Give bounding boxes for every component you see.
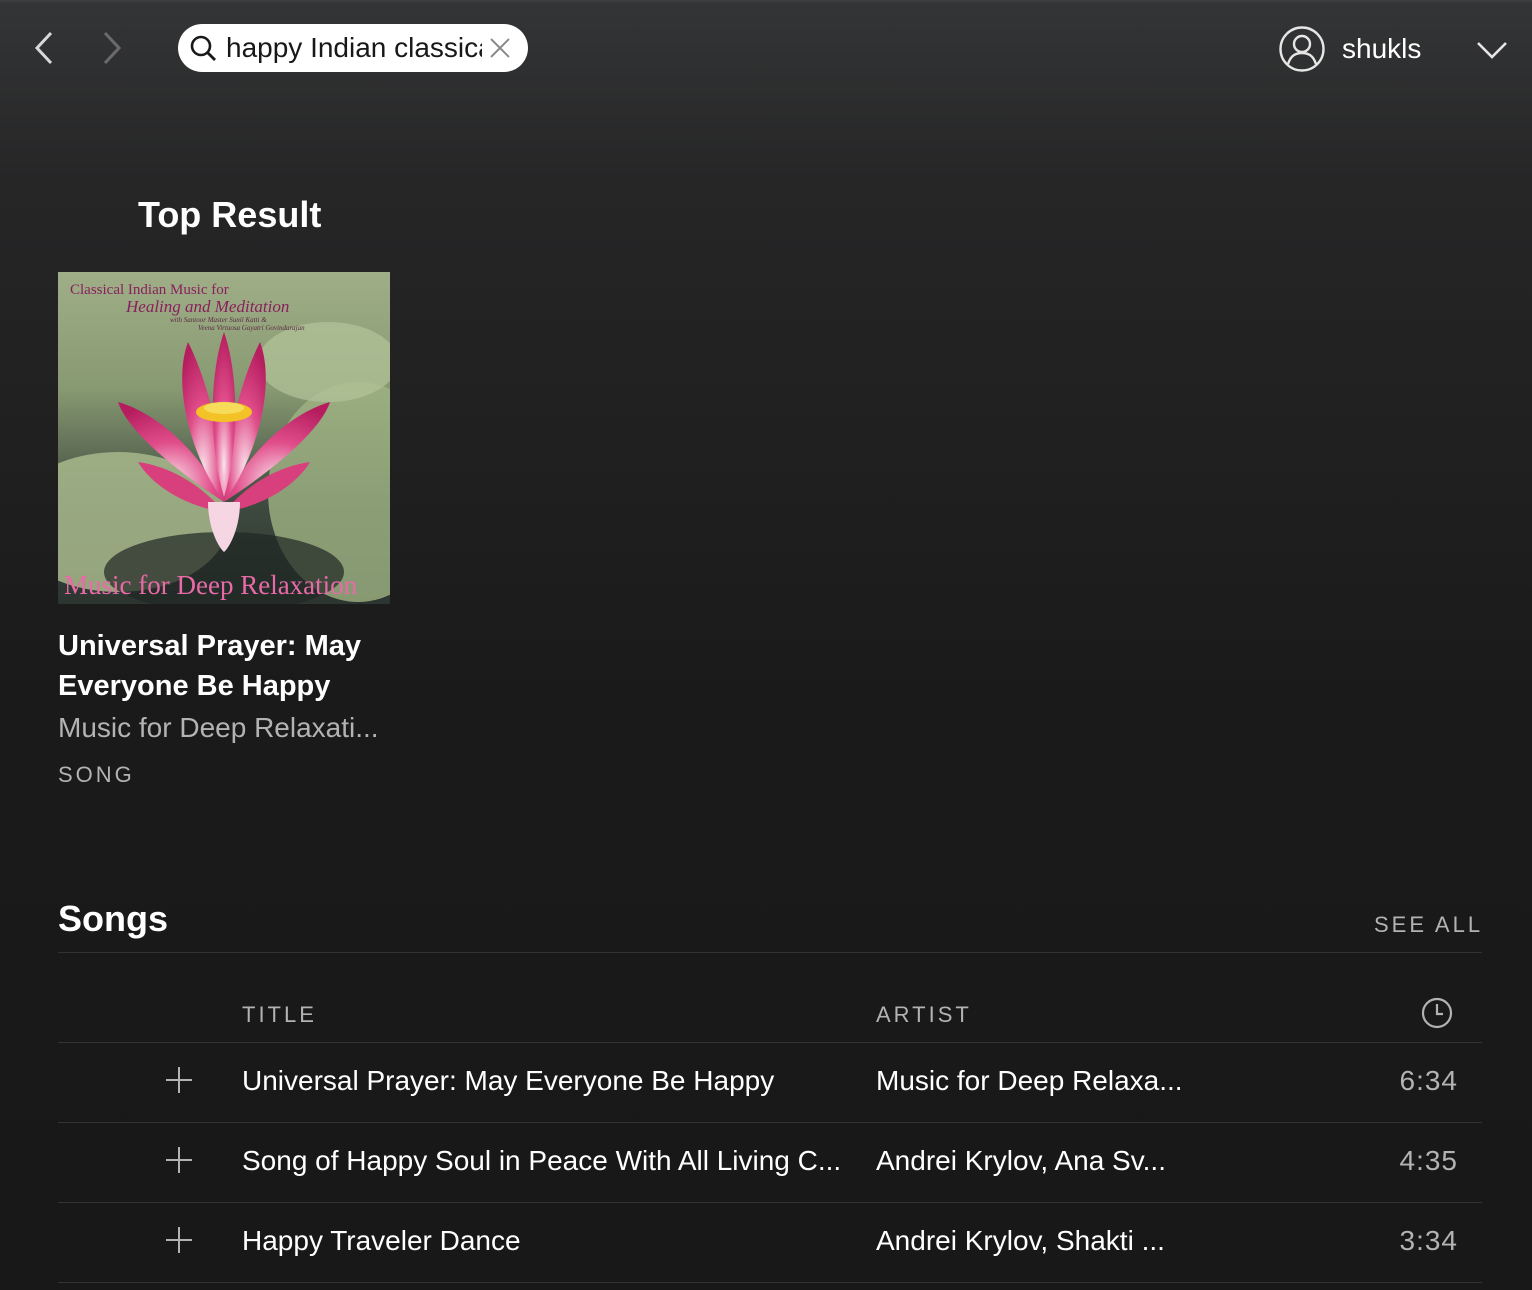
cover-text-line4: Veena Virtuosa Gayatri Govindarajan xyxy=(198,324,305,332)
forward-button[interactable] xyxy=(94,30,130,66)
window-top-edge xyxy=(0,0,1532,2)
user-dropdown-button[interactable] xyxy=(1472,30,1512,70)
user-name: shukls xyxy=(1342,33,1422,64)
cover-text-line1: Classical Indian Music for xyxy=(70,282,229,298)
song-title[interactable]: Universal Prayer: May Everyone Be Happy xyxy=(242,1065,774,1097)
user-avatar-icon xyxy=(1279,26,1325,72)
top-result-artist[interactable]: Music for Deep Relaxati... xyxy=(58,712,379,744)
cover-text-line2: Healing and Meditation xyxy=(125,297,289,316)
song-title[interactable]: Song of Happy Soul in Peace With All Liv… xyxy=(242,1145,841,1177)
column-header-artist[interactable]: ARTIST xyxy=(876,1002,972,1028)
search-icon xyxy=(188,33,218,63)
search-input[interactable] xyxy=(226,32,482,64)
song-artist[interactable]: Andrei Krylov, Shakti ... xyxy=(876,1225,1165,1257)
songs-heading: Songs xyxy=(58,898,169,939)
table-row[interactable]: Song of Happy Soul in Peace With All Liv… xyxy=(58,1123,1482,1203)
chevron-left-icon xyxy=(34,31,53,65)
row-divider xyxy=(58,1282,1482,1283)
plus-icon xyxy=(166,1227,192,1253)
plus-icon xyxy=(166,1147,192,1173)
back-button[interactable] xyxy=(26,30,62,66)
add-song-button[interactable] xyxy=(162,1223,196,1257)
song-duration: 6:34 xyxy=(1399,1065,1458,1096)
table-row[interactable]: Happy Traveler Dance Andrei Krylov, Shak… xyxy=(58,1203,1482,1283)
top-result-type: SONG xyxy=(58,762,135,787)
album-cover[interactable]: Classical Indian Music for Healing and M… xyxy=(58,272,390,604)
see-all-link[interactable]: SEE ALL xyxy=(1374,912,1483,938)
table-row[interactable]: Universal Prayer: May Everyone Be Happy … xyxy=(58,1043,1482,1123)
song-title[interactable]: Happy Traveler Dance xyxy=(242,1225,521,1257)
clear-search-icon[interactable] xyxy=(486,34,514,62)
cover-text-line3: with Santoor Master Sunil Katti & xyxy=(170,316,267,324)
search-box[interactable] xyxy=(178,24,528,72)
clock-icon[interactable] xyxy=(1420,996,1454,1030)
chevron-right-icon xyxy=(103,31,122,65)
add-song-button[interactable] xyxy=(162,1143,196,1177)
song-duration: 4:35 xyxy=(1399,1145,1458,1176)
plus-icon xyxy=(166,1067,192,1093)
column-header-title[interactable]: TITLE xyxy=(242,1002,317,1028)
song-artist[interactable]: Andrei Krylov, Ana Sv... xyxy=(876,1145,1166,1177)
song-artist[interactable]: Music for Deep Relaxa... xyxy=(876,1065,1183,1097)
song-duration: 3:34 xyxy=(1399,1225,1458,1256)
top-result-heading: Top Result xyxy=(138,194,322,235)
top-result-title[interactable]: Universal Prayer: May Everyone Be Happy xyxy=(58,626,398,706)
user-menu[interactable]: shukls xyxy=(1278,24,1421,74)
add-song-button[interactable] xyxy=(162,1063,196,1097)
songs-divider xyxy=(58,952,1482,953)
chevron-down-icon xyxy=(1477,42,1507,59)
cover-text-bottom: Music for Deep Relaxation xyxy=(64,570,358,600)
